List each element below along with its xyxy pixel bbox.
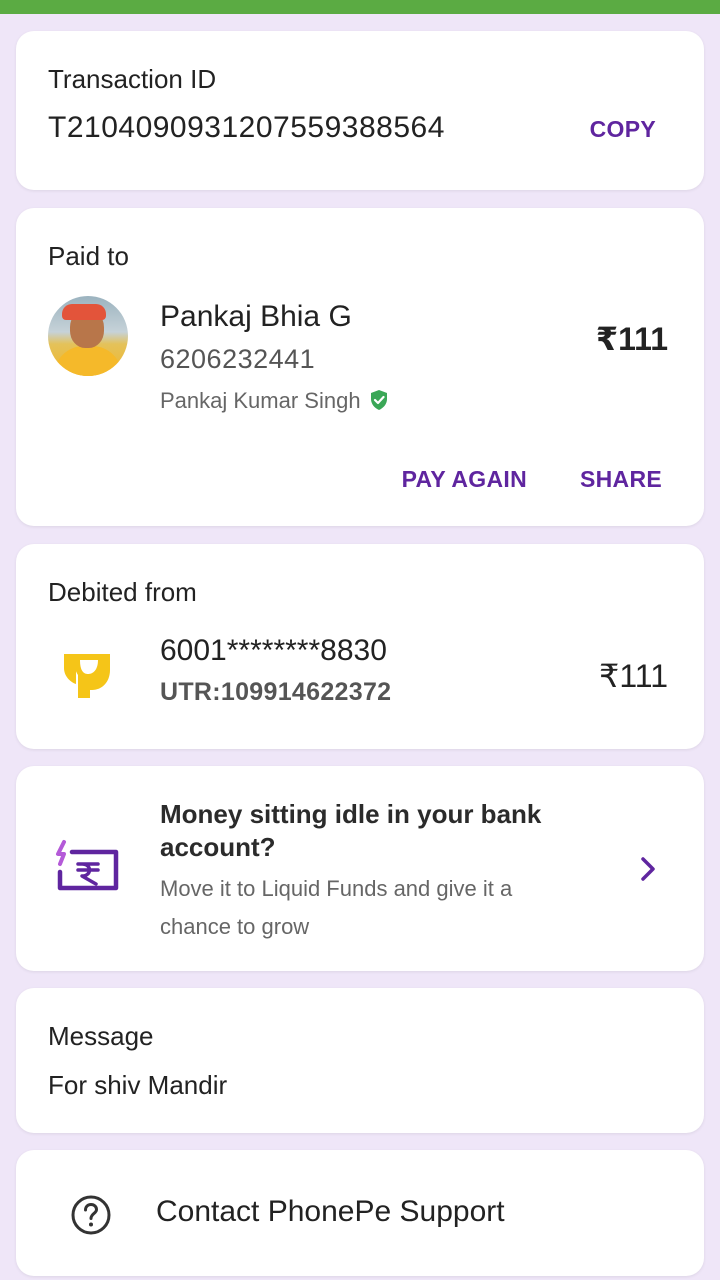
payee-avatar — [48, 296, 128, 376]
paid-amount: ₹111 — [595, 321, 668, 357]
transaction-id-card: Transaction ID T2104090931207559388564 C… — [16, 31, 704, 190]
debited-from-label: Debited from — [48, 577, 197, 607]
paid-to-label: Paid to — [48, 241, 129, 271]
payee-name: Pankaj Bhia G — [160, 300, 352, 333]
transaction-id-value: T2104090931207559388564 — [48, 111, 445, 144]
shield-check-icon — [369, 389, 389, 417]
bank-logo-icon — [60, 650, 116, 700]
question-circle-icon — [70, 1194, 112, 1236]
promo-title: Money sitting idle in your bank account? — [160, 799, 542, 862]
share-button[interactable]: SHARE — [580, 466, 662, 493]
paid-to-card: Paid to Pankaj Bhia G 6206232441 Pankaj … — [16, 208, 704, 526]
message-card: Message For shiv Mandir — [16, 988, 704, 1133]
message-text: For shiv Mandir — [48, 1070, 228, 1100]
rupee-wallet-icon — [52, 836, 124, 898]
debited-amount: ₹111 — [599, 658, 668, 694]
status-bar — [0, 0, 720, 14]
payee-verified-name-row: Pankaj Kumar Singh — [160, 388, 389, 417]
debited-from-card: Debited from 6001********8830 UTR:109914… — [16, 544, 704, 749]
payee-verified-name: Pankaj Kumar Singh — [160, 388, 361, 413]
chevron-right-icon[interactable] — [638, 856, 658, 882]
copy-button[interactable]: COPY — [590, 116, 656, 143]
utr-number: UTR:109914622372 — [160, 678, 392, 706]
pay-again-button[interactable]: PAY AGAIN — [402, 466, 527, 493]
contact-support-card[interactable]: Contact PhonePe Support — [16, 1150, 704, 1276]
transaction-id-label: Transaction ID — [48, 64, 217, 94]
promo-description: Move it to Liquid Funds and give it a ch… — [160, 876, 513, 939]
account-number: 6001********8830 — [160, 634, 387, 667]
payee-phone: 6206232441 — [160, 344, 316, 374]
contact-support-label: Contact PhonePe Support — [156, 1195, 505, 1228]
liquid-funds-promo-card[interactable]: Money sitting idle in your bank account?… — [16, 766, 704, 971]
message-label: Message — [48, 1021, 154, 1051]
